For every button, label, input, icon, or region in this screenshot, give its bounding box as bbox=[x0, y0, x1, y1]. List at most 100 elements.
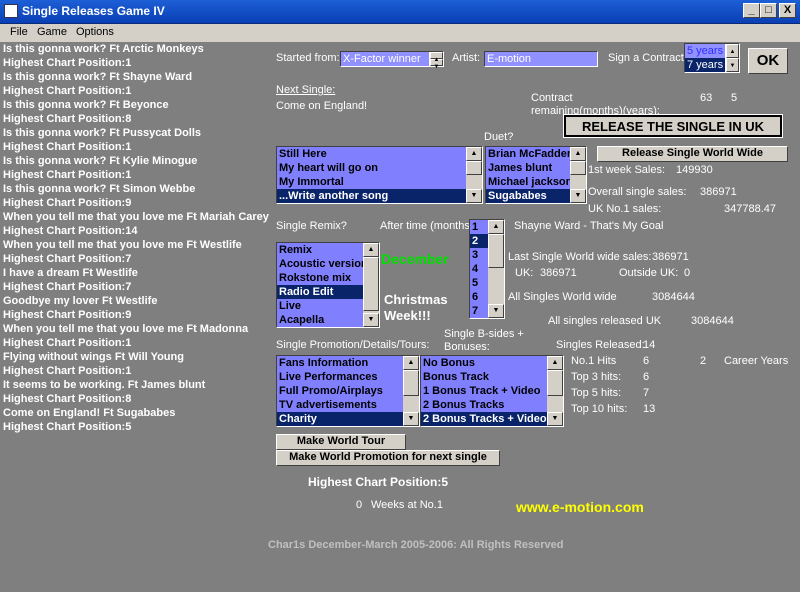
uk-value: 386971 bbox=[540, 267, 577, 279]
scroll-up-icon[interactable]: ▲ bbox=[466, 147, 482, 161]
log-line: Is this gonna work? Ft Kylie Minogue bbox=[3, 155, 198, 167]
log-line: Is this gonna work? Ft Arctic Monkeys bbox=[3, 43, 204, 55]
started-from-select[interactable]: X-Factor winner ▲ ▼ bbox=[340, 51, 444, 70]
remix-label: Single Remix? bbox=[276, 220, 347, 232]
log-line: Highest Chart Position:1 bbox=[3, 337, 132, 349]
log-line: Is this gonna work? Ft Simon Webbe bbox=[3, 183, 196, 195]
menu-bar: File Game Options bbox=[0, 24, 800, 42]
bsides-item[interactable]: No Bonus bbox=[421, 356, 563, 370]
close-button[interactable]: X bbox=[779, 3, 796, 18]
maximize-button[interactable]: □ bbox=[760, 3, 777, 18]
footer-copyright: Char1s December-March 2005-2006: All Rig… bbox=[268, 539, 564, 551]
scroll-up-icon[interactable]: ▲ bbox=[403, 356, 419, 370]
log-line: Highest Chart Position:1 bbox=[3, 141, 132, 153]
scroll-down-icon[interactable]: ▼ bbox=[488, 304, 504, 318]
scrollbar-thumb[interactable] bbox=[403, 370, 419, 396]
song-item[interactable]: ...Write another song bbox=[277, 189, 482, 203]
scroll-up-icon[interactable]: ▲ bbox=[570, 147, 586, 161]
website-link[interactable]: www.e-motion.com bbox=[516, 499, 644, 515]
log-line: Highest Chart Position:1 bbox=[3, 57, 132, 69]
uk-no1-value: 347788.47 bbox=[724, 203, 776, 215]
ok-button[interactable]: OK bbox=[748, 48, 788, 74]
scroll-up-icon[interactable]: ▲ bbox=[363, 243, 379, 257]
world-promotion-button[interactable]: Make World Promotion for next single bbox=[276, 450, 500, 466]
first-week-label: 1st week Sales: bbox=[588, 164, 666, 176]
remix-list[interactable]: Remix Acoustic version Rokstone mix Radi… bbox=[276, 242, 380, 328]
scrollbar-thumb[interactable] bbox=[466, 161, 482, 175]
overall-value: 386971 bbox=[700, 186, 737, 198]
christmas-text: Christmas bbox=[384, 292, 448, 307]
log-line: Highest Chart Position:5 bbox=[3, 421, 132, 433]
spin-up-icon[interactable]: ▲ bbox=[726, 44, 739, 58]
menu-options[interactable]: Options bbox=[76, 26, 114, 38]
duet-list[interactable]: Brian McFadden James blunt Michael jacks… bbox=[485, 146, 587, 204]
promotion-item[interactable]: Live Performances bbox=[277, 370, 419, 384]
bsides-list[interactable]: No Bonus Bonus Track 1 Bonus Track + Vid… bbox=[420, 355, 564, 427]
promotion-label: Single Promotion/Details/Tours: bbox=[276, 339, 430, 351]
artist-input[interactable]: E-motion bbox=[484, 51, 598, 67]
promotion-item[interactable]: Full Promo/Airplays bbox=[277, 384, 419, 398]
top5-label: Top 5 hits: bbox=[571, 387, 622, 399]
minimize-button[interactable]: _ bbox=[743, 3, 760, 18]
last-world-label: Last Single World wide sales: bbox=[508, 251, 652, 263]
scroll-down-icon[interactable]: ▼ bbox=[547, 412, 563, 426]
scrollbar-thumb[interactable] bbox=[570, 161, 586, 175]
song-item[interactable]: My heart will go on bbox=[277, 161, 482, 175]
scroll-up-icon[interactable]: ▲ bbox=[547, 356, 563, 370]
promotion-item[interactable]: Charity bbox=[277, 412, 419, 426]
highest-chart-position: Highest Chart Position:5 bbox=[308, 475, 449, 489]
bsides-item[interactable]: 1 Bonus Track + Video bbox=[421, 384, 563, 398]
log-line: Is this gonna work? Ft Shayne Ward bbox=[3, 71, 193, 83]
release-world-button[interactable]: Release Single World Wide bbox=[597, 146, 788, 162]
bsides-item[interactable]: 2 Bonus Tracks + Video bbox=[421, 412, 563, 426]
song-list[interactable]: Still Here My heart will go on My Immort… bbox=[276, 146, 483, 204]
log-line: Is this gonna work? Ft Pussycat Dolls bbox=[3, 127, 202, 139]
top5-value: 7 bbox=[643, 387, 650, 399]
bsides-item[interactable]: Bonus Track bbox=[421, 370, 563, 384]
all-world-value: 3084644 bbox=[652, 291, 695, 303]
singles-released-label: Singles Released: bbox=[556, 339, 645, 351]
started-from-value: X-Factor winner bbox=[343, 53, 421, 65]
log-line: Highest Chart Position:8 bbox=[3, 393, 132, 405]
menu-game[interactable]: Game bbox=[37, 26, 67, 38]
promotion-item[interactable]: TV advertisements bbox=[277, 398, 419, 412]
contract-months: 63 bbox=[700, 92, 713, 104]
world-tour-button[interactable]: Make World Tour bbox=[276, 434, 406, 450]
outside-uk-value: 0 bbox=[684, 267, 691, 279]
outside-uk-label: Outside UK: bbox=[619, 267, 679, 279]
spin-up-icon[interactable]: ▲ bbox=[430, 52, 443, 63]
scroll-down-icon[interactable]: ▼ bbox=[570, 189, 586, 203]
scroll-up-icon[interactable]: ▲ bbox=[488, 220, 504, 234]
next-single-label: Next Single: bbox=[276, 84, 336, 96]
contract-select[interactable]: 5 years 7 years ▲ ▼ bbox=[684, 43, 740, 73]
log-line: Flying without wings Ft Will Young bbox=[3, 351, 184, 363]
release-uk-button[interactable]: RELEASE THE SINGLE IN UK bbox=[563, 114, 783, 138]
all-uk-label: All singles released UK bbox=[548, 315, 662, 327]
promotion-item[interactable]: Fans Information bbox=[277, 356, 419, 370]
top10-label: Top 10 hits: bbox=[571, 403, 628, 415]
scrollbar-thumb[interactable] bbox=[488, 234, 504, 268]
scroll-down-icon[interactable]: ▼ bbox=[363, 313, 379, 327]
scroll-down-icon[interactable]: ▼ bbox=[466, 189, 482, 203]
menu-file[interactable]: File bbox=[10, 26, 28, 38]
scroll-down-icon[interactable]: ▼ bbox=[403, 412, 419, 426]
promotion-list[interactable]: Fans Information Live Performances Full … bbox=[276, 355, 420, 427]
contract-remaining-label: Contract bbox=[531, 92, 573, 104]
weeks-at-no1-label: Weeks at No.1 bbox=[371, 499, 443, 511]
log-line: Highest Chart Position:1 bbox=[3, 169, 132, 181]
song-item[interactable]: My Immortal bbox=[277, 175, 482, 189]
scrollbar-thumb[interactable] bbox=[363, 257, 379, 311]
top10-value: 13 bbox=[643, 403, 656, 415]
bsides-item[interactable]: 2 Bonus Tracks bbox=[421, 398, 563, 412]
log-line: Goodbye my lover Ft Westlife bbox=[3, 295, 158, 307]
next-single-value: Come on England! bbox=[276, 100, 368, 112]
last-world-value: 386971 bbox=[652, 251, 689, 263]
months-list[interactable]: 1 2 3 4 5 6 7 ▲ ▼ bbox=[469, 219, 505, 319]
spin-down-icon[interactable]: ▼ bbox=[430, 59, 443, 70]
singles-released-value: 14 bbox=[643, 339, 656, 351]
scrollbar-thumb[interactable] bbox=[547, 370, 563, 396]
spin-down-icon[interactable]: ▼ bbox=[726, 58, 739, 72]
all-world-label: All Singles World wide bbox=[508, 291, 617, 303]
log-line: When you tell me that you love me Ft Wes… bbox=[3, 239, 242, 251]
song-item[interactable]: Still Here bbox=[277, 147, 482, 161]
